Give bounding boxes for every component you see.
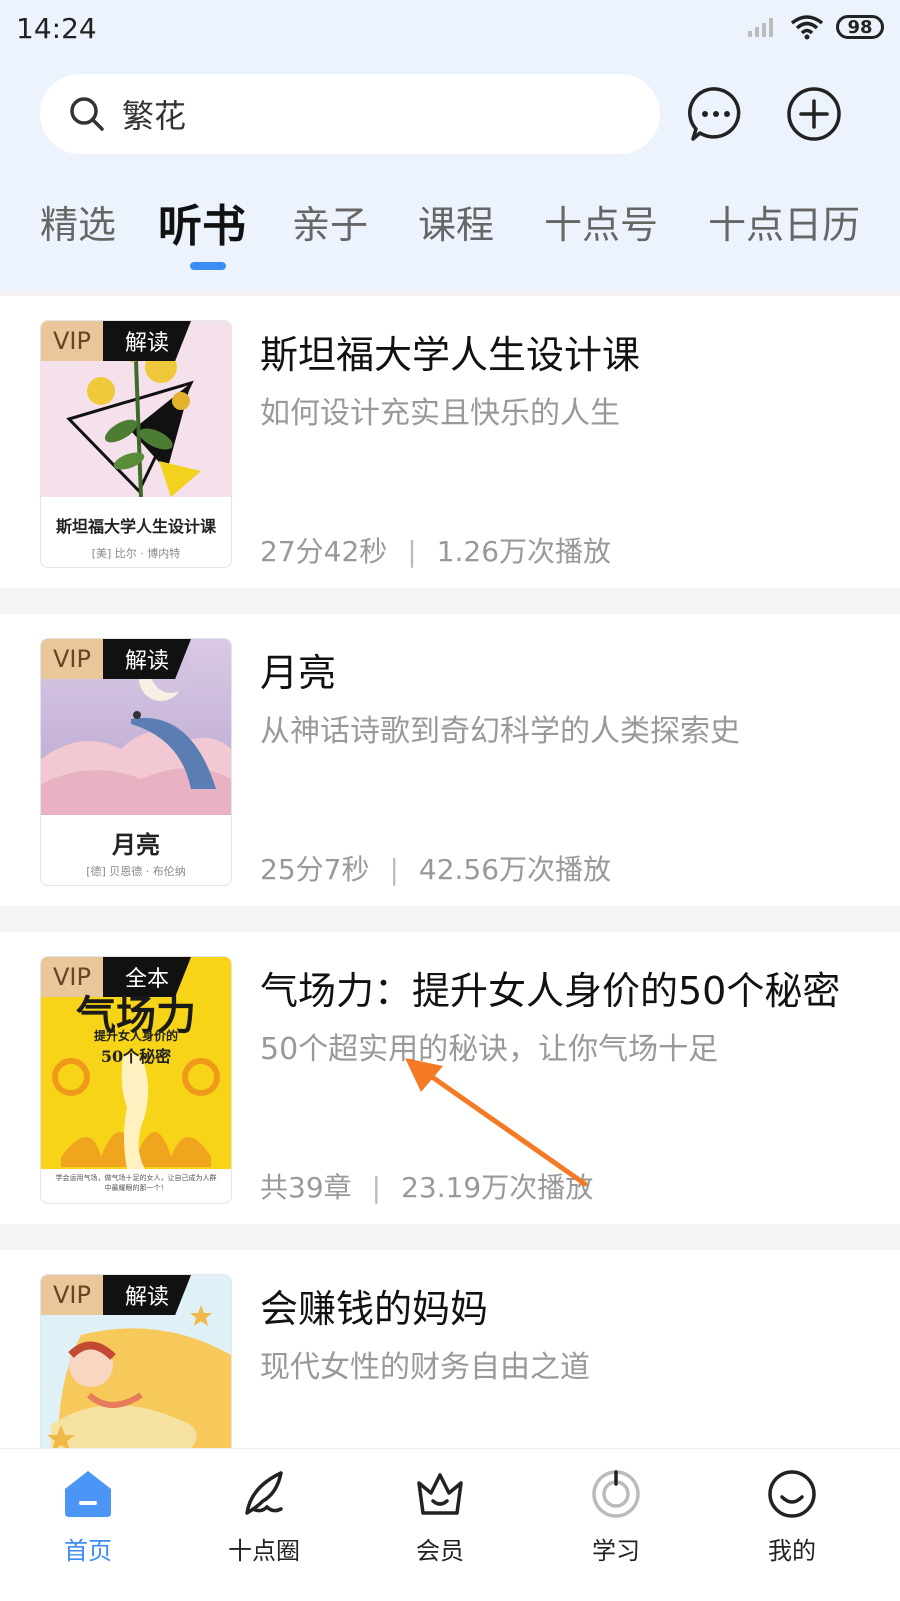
nav-membership[interactable]: 会员 xyxy=(380,1449,500,1566)
book-duration: 25分7秒 xyxy=(260,853,370,886)
nav-home[interactable]: 首页 xyxy=(28,1449,148,1566)
book-cover: VIP 解读 斯坦福大学人生设计课 [美] 比尔 · 博内特 xyxy=(40,320,232,568)
nav-circle[interactable]: 十点圈 xyxy=(204,1449,324,1566)
vip-label: VIP xyxy=(41,639,103,679)
study-icon xyxy=(592,1470,640,1518)
book-title: 斯坦福大学人生设计课 xyxy=(260,333,641,377)
tab-audiobooks[interactable]: 听书 xyxy=(158,190,246,254)
cover-title: 月亮 xyxy=(112,830,160,859)
vip-label: VIP xyxy=(41,1275,103,1315)
status-bar: 14:24 98 xyxy=(0,0,900,64)
status-time: 14:24 xyxy=(16,12,97,45)
search-input[interactable]: 繁花 xyxy=(40,74,660,154)
meta-divider: | xyxy=(389,853,399,886)
book-meta: 25分7秒 | 42.56万次播放 xyxy=(260,848,611,888)
book-plays: 42.56万次播放 xyxy=(418,853,612,886)
book-cover: VIP 解读 月亮 [德] 贝恩德 · 布伦纳 xyxy=(40,638,232,886)
badge-type: 解读 xyxy=(103,321,191,361)
search-value: 繁花 xyxy=(122,97,187,135)
nav-label: 首页 xyxy=(64,1537,112,1565)
search-icon xyxy=(70,97,104,131)
cover-subtitle-line1: 提升女人身价的 xyxy=(93,1029,178,1043)
meta-divider: | xyxy=(371,1171,382,1204)
nav-label: 学习 xyxy=(592,1537,640,1565)
category-tabs: 精选 听书 亲子 课程 十点号 十点日历 xyxy=(0,194,900,274)
badge-type: 解读 xyxy=(103,639,191,679)
annotation-arrow xyxy=(405,1058,588,1187)
nav-label: 十点圈 xyxy=(228,1537,300,1565)
badge-type: 解读 xyxy=(103,1275,191,1315)
home-icon xyxy=(65,1471,111,1517)
nav-label: 我的 xyxy=(768,1537,816,1565)
nav-study[interactable]: 学习 xyxy=(556,1449,676,1566)
book-cover: VIP 解读 xyxy=(40,1274,232,1475)
book-cover: VIP 全本 气场力 提升女人身价的 50个秘密 学会运用气场，做气场十足的女人… xyxy=(40,956,232,1204)
message-icon[interactable] xyxy=(686,84,746,144)
book-duration: 共39章 xyxy=(260,1171,352,1204)
book-meta: 27分42秒 | 1.26万次播放 xyxy=(260,530,611,570)
cover-footnote: 学会运用气场，做气场十足的女人，让自己成为人群中最耀眼的那一个！ xyxy=(55,1174,217,1192)
book-duration: 27分42秒 xyxy=(260,535,388,568)
book-card[interactable]: VIP 解读 月亮 [德] 贝恩德 · 布伦纳 月亮 从神话诗歌到奇幻科学的人类… xyxy=(0,614,900,906)
tab-shidian-account[interactable]: 十点号 xyxy=(544,194,658,249)
book-title: 气场力：提升女人身价的50个秘密 xyxy=(260,969,841,1013)
cover-author: [美] 比尔 · 博内特 xyxy=(91,547,181,560)
vip-badge: VIP 解读 xyxy=(41,639,191,679)
add-icon[interactable] xyxy=(784,84,844,144)
header: 繁花 精选 听书 亲子 课程 十点号 十点日历 xyxy=(0,64,900,290)
tab-featured[interactable]: 精选 xyxy=(40,194,116,249)
cover-title: 斯坦福大学人生设计课 xyxy=(55,517,216,536)
book-title: 会赚钱的妈妈 xyxy=(260,1287,489,1331)
tab-parenting[interactable]: 亲子 xyxy=(292,194,368,249)
book-card[interactable]: VIP 解读 斯坦福大学人生设计课 [美] 比尔 · 博内特 斯坦福大学人生设计… xyxy=(0,296,900,588)
smile-icon xyxy=(768,1470,816,1518)
book-subtitle: 现代女性的财务自由之道 xyxy=(260,1350,590,1385)
tab-calendar[interactable]: 十点日历 xyxy=(708,194,860,249)
status-icons: 98 xyxy=(746,14,884,40)
crown-icon xyxy=(417,1473,463,1515)
book-card[interactable]: VIP 解读 会赚钱的妈妈 现代女性的财务自由之道 xyxy=(0,1250,900,1475)
vip-label: VIP xyxy=(41,321,103,361)
meta-divider: | xyxy=(407,535,417,568)
book-title: 月亮 xyxy=(260,651,337,695)
tab-courses[interactable]: 课程 xyxy=(418,194,494,249)
nav-label: 会员 xyxy=(416,1537,464,1565)
active-tab-indicator xyxy=(190,262,226,270)
cover-subtitle-line2: 50个秘密 xyxy=(100,1047,172,1066)
nav-profile[interactable]: 我的 xyxy=(732,1449,852,1566)
battery-indicator: 98 xyxy=(836,15,884,39)
vip-badge: VIP 解读 xyxy=(41,321,191,361)
cover-author: [德] 贝恩德 · 布伦纳 xyxy=(86,865,186,878)
book-subtitle: 从神话诗歌到奇幻科学的人类探索史 xyxy=(260,714,740,749)
book-subtitle: 如何设计充实且快乐的人生 xyxy=(260,396,620,431)
vip-badge: VIP 解读 xyxy=(41,1275,191,1315)
book-card[interactable]: VIP 全本 气场力 提升女人身价的 50个秘密 学会运用气场，做气场十足的女人… xyxy=(0,932,900,1224)
wifi-icon xyxy=(790,15,824,40)
signal-icon xyxy=(748,18,773,37)
feather-icon xyxy=(245,1471,283,1515)
bottom-navigation: 首页 十点圈 会员 学习 我的 xyxy=(0,1448,900,1601)
book-plays: 1.26万次播放 xyxy=(436,535,612,568)
